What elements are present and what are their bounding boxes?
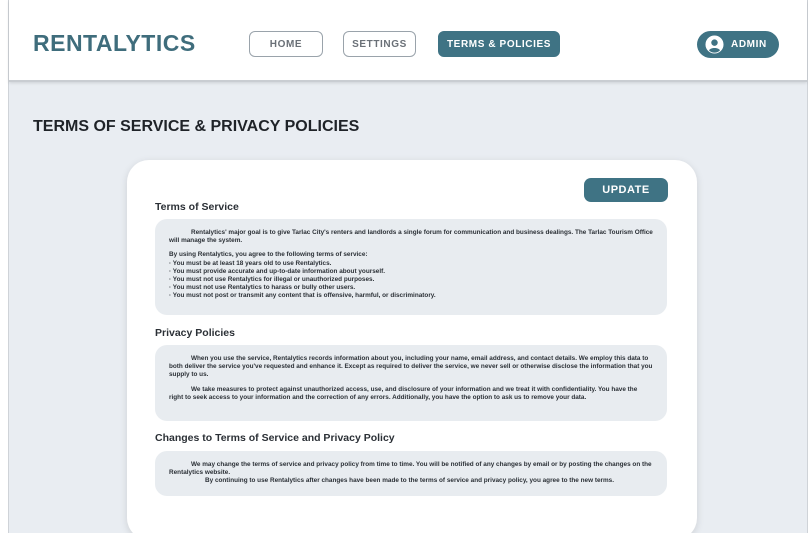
- terms-list-item: · You must not use Rentalytics to harass…: [169, 284, 356, 292]
- privacy-paragraph-1: When you use the service, Rentalytics re…: [169, 355, 653, 379]
- page-title: TERMS OF SERVICE & PRIVACY POLICIES: [33, 118, 360, 135]
- admin-label: ADMIN: [731, 39, 767, 50]
- terms-list-item: · You must be at least 18 years old to u…: [169, 259, 332, 267]
- changes-heading: Changes to Terms of Service and Privacy …: [155, 432, 395, 444]
- nav-terms-policies-button[interactable]: TERMS & POLICIES: [438, 31, 560, 57]
- privacy-paragraph-2: We take measures to protect against unau…: [169, 385, 638, 401]
- privacy-content-box[interactable]: When you use the service, Rentalytics re…: [155, 345, 667, 421]
- terms-list-item: · You must not post or transmit any cont…: [169, 292, 436, 300]
- terms-list-item: · You must not use Rentalytics for illeg…: [169, 275, 375, 283]
- update-button[interactable]: UPDATE: [584, 178, 668, 202]
- app-window: RENTALYTICS HOME SETTINGS TERMS & POLICI…: [8, 0, 808, 533]
- changes-paragraph-2: By continuing to use Rentalytics after c…: [205, 477, 615, 485]
- terms-list-item: · You must provide accurate and up-to-da…: [169, 267, 385, 275]
- policies-card: UPDATE Terms of Service Rentalytics' maj…: [127, 160, 697, 533]
- privacy-heading: Privacy Policies: [155, 327, 235, 339]
- brand-logo[interactable]: RENTALYTICS: [33, 30, 196, 57]
- nav-settings-button[interactable]: SETTINGS: [343, 31, 416, 57]
- terms-intro-text: Rentalytics' major goal is to give Tarla…: [169, 229, 653, 245]
- terms-content-box[interactable]: Rentalytics' major goal is to give Tarla…: [155, 219, 667, 315]
- changes-paragraph-1: We may change the terms of service and p…: [169, 461, 652, 477]
- changes-content-box[interactable]: We may change the terms of service and p…: [155, 451, 667, 496]
- admin-account-button[interactable]: ADMIN: [697, 31, 779, 58]
- user-avatar-icon: [705, 35, 724, 54]
- terms-agree-text: By using Rentalytics, you agree to the f…: [169, 251, 368, 259]
- top-navbar: RENTALYTICS HOME SETTINGS TERMS & POLICI…: [9, 0, 807, 82]
- terms-heading: Terms of Service: [155, 201, 239, 213]
- nav-home-button[interactable]: HOME: [249, 31, 323, 57]
